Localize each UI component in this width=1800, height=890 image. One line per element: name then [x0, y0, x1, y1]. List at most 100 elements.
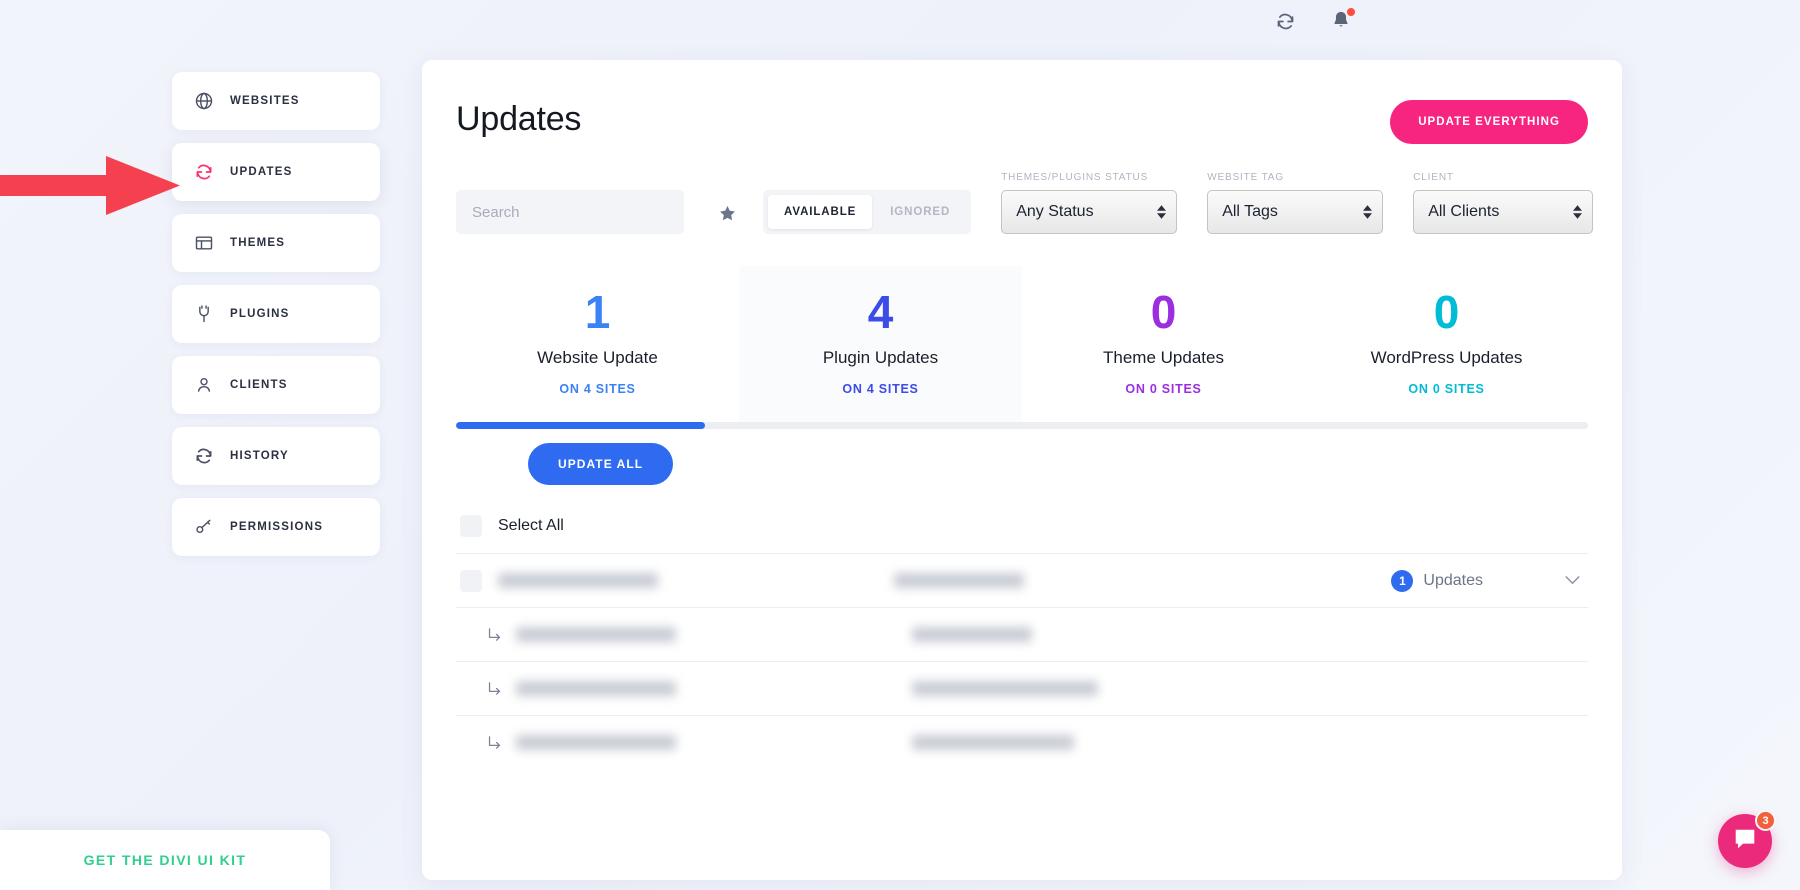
- filter-bar: Available Ignored Themes/Plugins Status …: [456, 172, 1594, 234]
- site-name: [498, 573, 658, 589]
- main-panel: Updates Update Everything Available Igno…: [422, 60, 1622, 880]
- availability-toggle: Available Ignored: [763, 190, 972, 234]
- site-list: 1 Updates: [456, 553, 1588, 769]
- bell-icon[interactable]: [1330, 8, 1355, 32]
- status-filter: Themes/Plugins Status Any Status: [1001, 172, 1178, 234]
- stat-card-website-update[interactable]: 1 Website Update On 4 Sites: [456, 266, 739, 422]
- client-filter-label: Client: [1413, 172, 1454, 183]
- plug-icon: [194, 304, 214, 324]
- update-everything-button[interactable]: Update Everything: [1390, 100, 1588, 144]
- sidebar-item-themes[interactable]: Themes: [172, 214, 380, 272]
- key-icon: [194, 517, 214, 537]
- stat-name: Theme Updates: [1103, 348, 1224, 368]
- tag-filter-label: Website Tag: [1207, 172, 1284, 183]
- chat-bubble-icon: [1732, 826, 1758, 857]
- table-row[interactable]: [456, 715, 1588, 769]
- sidebar-item-permissions[interactable]: Permissions: [172, 498, 380, 556]
- site-url: [912, 735, 1074, 751]
- client-filter: Client All Clients: [1413, 172, 1594, 234]
- sidebar-item-label: Plugins: [230, 308, 290, 320]
- panel-header: Updates Update Everything: [456, 100, 1588, 144]
- refresh-icon: [194, 446, 214, 466]
- user-icon: [194, 375, 214, 395]
- sidebar-item-label: Clients: [230, 379, 288, 391]
- divi-ui-kit-banner[interactable]: Get the Divi UI Kit: [0, 830, 330, 890]
- sidebar-item-websites[interactable]: Websites: [172, 72, 380, 130]
- sidebar-item-plugins[interactable]: Plugins: [172, 285, 380, 343]
- stat-name: Website Update: [537, 348, 658, 368]
- sidebar-item-label: Permissions: [230, 521, 324, 533]
- sidebar-item-label: History: [230, 450, 289, 462]
- chevron-down-icon[interactable]: [1565, 576, 1580, 585]
- sidebar-item-label: Themes: [230, 237, 286, 249]
- toggle-ignored[interactable]: Ignored: [874, 195, 966, 229]
- refresh-icon: [194, 162, 214, 182]
- tag-select[interactable]: All Tags: [1207, 190, 1384, 234]
- table-row[interactable]: [456, 661, 1588, 715]
- chevron-updown-icon: [1573, 205, 1583, 219]
- subsite-arrow-icon: [486, 626, 508, 643]
- refresh-icon[interactable]: [1275, 11, 1296, 32]
- chat-unread-badge: 3: [1755, 810, 1776, 831]
- sidebar-item-clients[interactable]: Clients: [172, 356, 380, 414]
- stat-card-plugin-updates[interactable]: 4 Plugin Updates On 4 Sites: [739, 266, 1022, 423]
- stat-sites: On 0 Sites: [1408, 382, 1485, 397]
- site-url: [912, 627, 1032, 643]
- select-all-checkbox[interactable]: [460, 515, 482, 538]
- stat-sites: On 0 Sites: [1125, 382, 1202, 397]
- stat-count: 4: [867, 286, 894, 338]
- tag-filter: Website Tag All Tags: [1207, 172, 1384, 234]
- update-all-button[interactable]: Update All: [528, 443, 674, 486]
- subsite-arrow-icon: [486, 734, 508, 751]
- annotation-arrow: [0, 156, 180, 215]
- divi-ui-kit-label: Get the Divi UI Kit: [83, 852, 247, 868]
- site-url: [894, 573, 1024, 589]
- stat-cards: 1 Website Update On 4 Sites 4 Plugin Upd…: [456, 266, 1588, 423]
- page-title: Updates: [456, 100, 582, 138]
- toggle-available[interactable]: Available: [768, 195, 873, 229]
- stat-name: Plugin Updates: [822, 348, 939, 368]
- top-bar: [0, 0, 1800, 42]
- subsite-arrow-icon: [486, 680, 508, 697]
- notification-dot: [1347, 8, 1355, 16]
- stat-card-theme-updates[interactable]: 0 Theme Updates On 0 Sites: [1022, 266, 1305, 422]
- table-row[interactable]: 1 Updates: [456, 553, 1588, 607]
- globe-icon: [194, 91, 214, 111]
- site-name: [516, 627, 676, 643]
- stat-name: WordPress Updates: [1370, 348, 1523, 368]
- star-icon[interactable]: [718, 204, 737, 223]
- client-select-value: All Clients: [1428, 203, 1500, 220]
- updates-badge-group: 1 Updates: [1391, 569, 1483, 592]
- tag-select-value: All Tags: [1222, 203, 1278, 220]
- site-url: [912, 681, 1098, 697]
- stat-count: 1: [584, 286, 611, 338]
- sidebar-item-history[interactable]: History: [172, 427, 380, 485]
- site-name: [516, 681, 676, 697]
- select-all-row: Select All: [456, 515, 1588, 538]
- status-filter-label: Themes/Plugins Status: [1001, 172, 1149, 183]
- sidebar-item-label: Updates: [230, 166, 293, 178]
- window-icon: [194, 233, 214, 253]
- status-select[interactable]: Any Status: [1001, 190, 1178, 234]
- sidebar-item-label: Websites: [230, 95, 300, 107]
- stat-sites: On 4 Sites: [559, 382, 636, 397]
- row-checkbox[interactable]: [460, 569, 482, 592]
- stat-card-wordpress-updates[interactable]: 0 WordPress Updates On 0 Sites: [1305, 266, 1588, 422]
- chevron-updown-icon: [1363, 205, 1373, 219]
- client-select[interactable]: All Clients: [1413, 190, 1594, 234]
- stat-sites: On 4 Sites: [842, 382, 919, 397]
- status-select-value: Any Status: [1016, 203, 1094, 220]
- site-name: [516, 735, 676, 751]
- select-all-label: Select All: [498, 517, 564, 535]
- updates-count-badge: 1: [1391, 569, 1414, 592]
- updates-label: Updates: [1423, 571, 1483, 589]
- sidebar-item-updates[interactable]: Updates: [172, 143, 380, 201]
- search-input[interactable]: [456, 190, 684, 234]
- chat-launcher-button[interactable]: 3: [1718, 810, 1776, 868]
- update-progress-fill: [456, 422, 706, 430]
- update-progress-bar: [456, 422, 1588, 430]
- table-row[interactable]: [456, 607, 1588, 661]
- sidebar: Websites Updates Themes: [172, 72, 380, 556]
- stat-count: 0: [1150, 286, 1177, 338]
- chevron-updown-icon: [1157, 205, 1167, 219]
